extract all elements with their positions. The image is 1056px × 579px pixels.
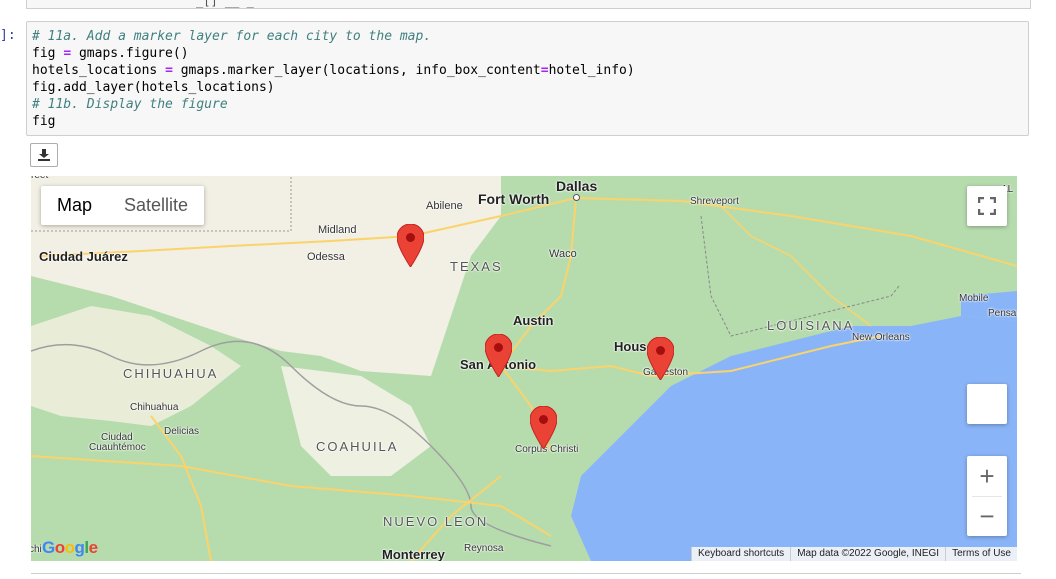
label-waco: Waco [549, 248, 577, 260]
map-footer: Keyboard shortcuts Map data ©2022 Google… [691, 547, 1017, 561]
code-line: fig = gmaps.figure() [32, 46, 189, 61]
code-line: # 11a. Add a marker layer for each city … [32, 29, 432, 44]
label-coahuila: COAHUILA [316, 439, 399, 454]
label-edge-left: chi [31, 544, 42, 555]
map-type-map-button[interactable]: Map [41, 186, 108, 225]
marker-2[interactable] [484, 333, 513, 378]
label-chihuahua-state: CHIHUAHUA [123, 366, 219, 381]
map-pin-icon [529, 405, 558, 450]
label-austin: Austin [513, 313, 554, 328]
download-button[interactable] [30, 143, 58, 167]
label-houston: Hous [614, 339, 647, 354]
label-abilene: Abilene [426, 200, 463, 212]
label-ciudad-cuauhtemoc-2: Cuauhtémoc [89, 442, 146, 453]
download-icon [38, 149, 50, 161]
label-monterrey: Monterrey [382, 547, 445, 561]
label-reynosa: Reynosa [464, 543, 504, 554]
next-cell-edge [31, 573, 1021, 579]
terms-of-use-link[interactable]: Terms of Use [945, 547, 1017, 561]
label-fort-worth: Fort Worth [478, 191, 550, 207]
map-view[interactable]: Dallas Fort Worth Abilene Midland Odessa… [31, 176, 1017, 561]
fullscreen-button[interactable] [967, 186, 1007, 226]
google-logo: Google [42, 538, 98, 557]
label-ciudad-juarez: Ciudad Juárez [39, 249, 128, 264]
code-line: hotels_locations = gmaps.marker_layer(lo… [32, 63, 635, 78]
code-cell[interactable]: # 11a. Add a marker layer for each city … [26, 21, 1029, 136]
marker-4[interactable] [529, 405, 558, 450]
map-type-satellite-button[interactable]: Satellite [108, 186, 204, 225]
label-mobile: Mobile [959, 293, 989, 304]
marker-3[interactable] [646, 336, 675, 381]
map-pin-icon [646, 336, 675, 381]
map-pin-icon [484, 333, 513, 378]
previous-cell-fragment: _[] __ _ [196, 0, 254, 8]
code-line: fig.add_layer(hotels_locations) [32, 80, 275, 95]
label-delicias: Delicias [164, 426, 200, 437]
street-view-pegman-button[interactable] [967, 384, 1007, 424]
marker-1[interactable] [396, 223, 425, 268]
cell-prompt: ]: [0, 28, 16, 43]
code-line: # 11b. Display the figure [32, 97, 228, 112]
label-texas: TEXAS [450, 259, 503, 274]
label-pensacola: Pensa [988, 308, 1017, 319]
label-nuevo-leon: NUEVO LEON [383, 514, 489, 529]
label-edge-top: reet [31, 176, 48, 181]
label-chihuahua: Chihuahua [130, 402, 179, 413]
label-shreveport: Shreveport [690, 196, 739, 207]
keyboard-shortcuts-link[interactable]: Keyboard shortcuts [691, 547, 791, 561]
dallas-dot [573, 194, 580, 201]
label-new-orleans: New Orleans [852, 332, 910, 343]
label-odessa: Odessa [307, 251, 345, 263]
code-editor[interactable]: # 11a. Add a marker layer for each city … [32, 28, 635, 130]
previous-cell-edge [26, 0, 1031, 9]
label-dallas: Dallas [556, 178, 598, 194]
label-midland: Midland [318, 224, 357, 236]
code-line: fig [32, 114, 56, 129]
map-type-control: Map Satellite [41, 186, 205, 225]
map-pin-icon [396, 223, 425, 268]
zoom-control: + − [967, 456, 1007, 536]
zoom-in-button[interactable]: + [967, 456, 1007, 496]
zoom-out-button[interactable]: − [967, 497, 1007, 536]
label-louisiana: LOUISIANA [767, 318, 855, 333]
map-data-attribution: Map data ©2022 Google, INEGI [790, 547, 946, 561]
fullscreen-icon [978, 197, 996, 215]
